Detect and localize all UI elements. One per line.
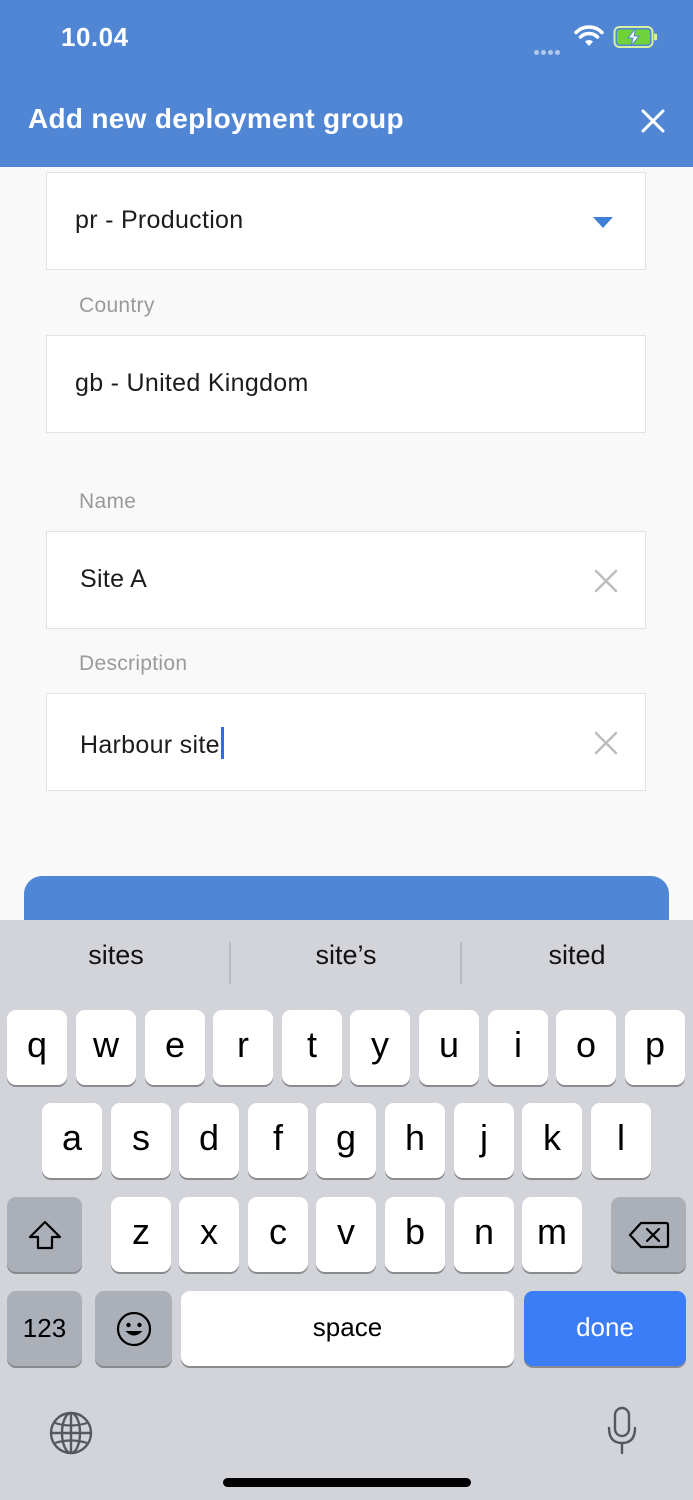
key-w[interactable]: w (76, 1010, 136, 1085)
app-header: 10.04 Add new deployment group (0, 0, 693, 167)
country-label: Country (79, 294, 155, 317)
signal-icon (534, 42, 562, 60)
done-key[interactable]: done (524, 1291, 686, 1366)
key-h[interactable]: h (385, 1103, 445, 1178)
backspace-icon (628, 1221, 669, 1248)
key-z[interactable]: z (111, 1197, 171, 1272)
page-title: Add new deployment group (28, 103, 404, 134)
numbers-key[interactable]: 123 (7, 1291, 82, 1366)
key-o[interactable]: o (556, 1010, 616, 1085)
microphone-icon[interactable] (606, 1406, 638, 1456)
delete-key[interactable] (611, 1197, 686, 1272)
key-t[interactable]: t (282, 1010, 342, 1085)
space-key[interactable]: space (181, 1291, 514, 1366)
clear-description-icon[interactable] (594, 731, 618, 755)
description-value: Harbour site (80, 731, 220, 759)
key-c[interactable]: c (248, 1197, 308, 1272)
key-a[interactable]: a (42, 1103, 102, 1178)
globe-icon[interactable] (48, 1410, 94, 1456)
description-input[interactable]: Harbour site (46, 693, 646, 791)
suggestion-2[interactable]: site’s (231, 940, 461, 971)
name-label: Name (79, 490, 137, 513)
key-u[interactable]: u (419, 1010, 479, 1085)
country-value: gb - United Kingdom (75, 369, 309, 397)
key-b[interactable]: b (385, 1197, 445, 1272)
shift-icon (28, 1220, 61, 1249)
key-x[interactable]: x (179, 1197, 239, 1272)
key-m[interactable]: m (522, 1197, 582, 1272)
text-cursor (220, 727, 224, 759)
close-icon[interactable] (638, 106, 668, 136)
status-time: 10.04 (61, 22, 129, 52)
key-r[interactable]: r (213, 1010, 273, 1085)
key-k[interactable]: k (522, 1103, 582, 1178)
key-g[interactable]: g (316, 1103, 376, 1178)
key-i[interactable]: i (488, 1010, 548, 1085)
emoji-key[interactable] (95, 1291, 172, 1366)
key-j[interactable]: j (454, 1103, 514, 1178)
key-d[interactable]: d (179, 1103, 239, 1178)
wifi-icon (574, 25, 604, 46)
clear-name-icon[interactable] (594, 569, 618, 593)
key-n[interactable]: n (454, 1197, 514, 1272)
key-y[interactable]: y (350, 1010, 410, 1085)
home-indicator[interactable] (223, 1478, 471, 1487)
suggestion-3[interactable]: sited (462, 940, 692, 971)
key-e[interactable]: e (145, 1010, 205, 1085)
name-value: Site A (80, 565, 148, 593)
key-v[interactable]: v (316, 1197, 376, 1272)
key-l[interactable]: l (591, 1103, 651, 1178)
key-f[interactable]: f (248, 1103, 308, 1178)
environment-value: pr - Production (75, 206, 244, 234)
key-q[interactable]: q (7, 1010, 67, 1085)
emoji-icon (116, 1311, 151, 1346)
country-field[interactable]: gb - United Kingdom (46, 335, 646, 433)
description-text: Harbour site (80, 727, 224, 760)
shift-key[interactable] (7, 1197, 82, 1272)
description-label: Description (79, 652, 188, 675)
battery-icon (613, 26, 657, 48)
suggestion-1[interactable]: sites (1, 940, 231, 971)
chevron-down-icon (593, 217, 613, 228)
name-input[interactable]: Site A (46, 531, 646, 629)
key-s[interactable]: s (111, 1103, 171, 1178)
key-p[interactable]: p (625, 1010, 685, 1085)
environment-dropdown[interactable]: pr - Production (46, 172, 646, 270)
